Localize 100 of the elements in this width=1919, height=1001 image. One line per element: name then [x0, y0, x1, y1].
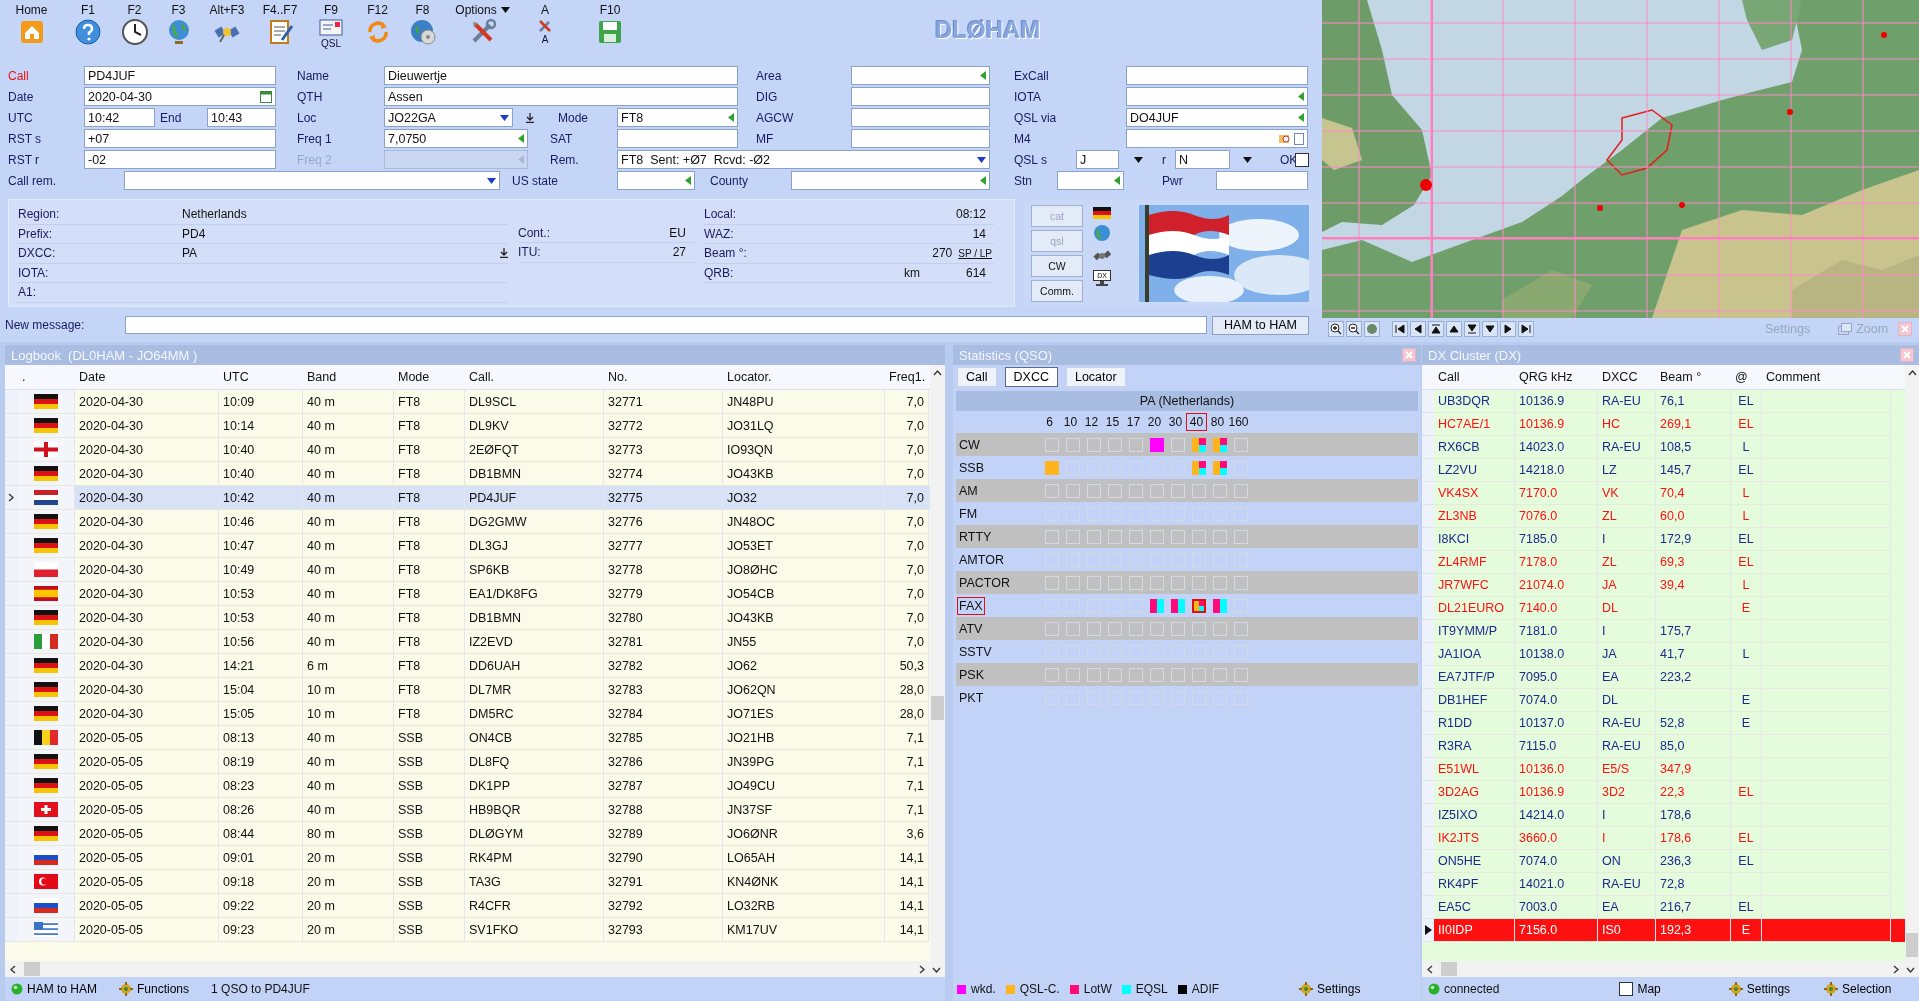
- toolbar-button[interactable]: Alt+F3: [201, 0, 253, 60]
- tab[interactable]: Call: [957, 367, 997, 387]
- beam-link[interactable]: SP / LP: [958, 247, 992, 259]
- column-header[interactable]: Date: [75, 370, 219, 384]
- column-header[interactable]: No.: [604, 370, 723, 384]
- column-header[interactable]: Call.: [465, 370, 604, 384]
- info-label: Beam °:: [704, 246, 748, 261]
- settings-button[interactable]: Settings: [1728, 982, 1791, 996]
- select-field[interactable]: DO4JUF: [1126, 108, 1308, 127]
- tab[interactable]: Locator: [1065, 367, 1126, 387]
- log-row[interactable]: 2020-05-05 08:44 80 m SSB DLØGYM 32789 JO6ØNR 3,6: [5, 822, 930, 846]
- legend-item: wkd.: [957, 982, 996, 996]
- info-label: Prefix:: [18, 226, 53, 241]
- log-row[interactable]: 2020-04-30 10:42 40 m FT8 PD4JUF 32775 JO32 7,0: [5, 486, 930, 510]
- toolbar-button[interactable]: F9 QSL: [307, 0, 355, 60]
- column-header[interactable]: QRG kHz: [1515, 370, 1598, 384]
- field-label: Call: [8, 68, 30, 83]
- settings-button[interactable]: Settings: [1299, 982, 1361, 996]
- log-row[interactable]: 2020-04-30 10:46 40 m FT8 DG2GMW 32776 JN48OC 7,0: [5, 510, 930, 534]
- column-header[interactable]: .: [18, 370, 75, 384]
- info-value: Netherlands: [182, 207, 248, 222]
- log-row[interactable]: 2020-05-05 08:13 40 m SSB ON4CB 32785 JO21HB 7,1: [5, 726, 930, 750]
- text-field[interactable]: +07: [84, 129, 276, 148]
- tab[interactable]: DXCC: [1004, 367, 1058, 387]
- dropdown-field[interactable]: FT8 Sent: +Ø7 Rcvd: -Ø2: [617, 150, 990, 169]
- table-cell: E: [1731, 919, 1762, 942]
- log-row[interactable]: 2020-04-30 10:40 40 m FT8 DB1BMN 32774 JO43KB 7,0: [5, 462, 930, 486]
- panel-title: DX Cluster (DX): [1428, 347, 1522, 363]
- dropdown-field[interactable]: JO22GA: [384, 108, 513, 127]
- log-row[interactable]: 2020-04-30 10:53 40 m FT8 EA1/DK8FG 32779 JO54CB 7,0: [5, 582, 930, 606]
- map-checkbox[interactable]: Map: [1619, 982, 1661, 996]
- log-row[interactable]: 2020-04-30 10:56 40 m FT8 IZ2EVD 32781 JN55 7,0: [5, 630, 930, 654]
- toolbar-button[interactable]: Home: [0, 0, 63, 60]
- toolbar-button[interactable]: F2: [113, 0, 156, 60]
- column-header[interactable]: @: [1731, 370, 1762, 384]
- field-label: County: [709, 173, 750, 188]
- column-header[interactable]: Freq1.: [885, 370, 929, 384]
- functions-button[interactable]: Functions: [119, 982, 190, 996]
- text-field[interactable]: Assen: [384, 87, 738, 106]
- toolbar-button[interactable]: F10: [570, 0, 650, 60]
- info-label: Cont.:: [518, 225, 551, 240]
- text-field[interactable]: Dieuwertje: [384, 66, 738, 85]
- toolbar-button[interactable]: F3: [156, 0, 201, 60]
- text-field[interactable]: N: [1175, 150, 1230, 169]
- log-row[interactable]: 2020-05-05 09:22 20 m SSB R4CFR 32792 LO32RB 14,1: [5, 894, 930, 918]
- toolbar-button[interactable]: F12: [355, 0, 400, 60]
- side-button[interactable]: Comm.: [1031, 280, 1083, 302]
- date-field[interactable]: 2020-04-30: [84, 87, 276, 106]
- log-row[interactable]: 2020-04-30 10:09 40 m FT8 DL9SCL 32771 JN48PU 7,0: [5, 390, 930, 414]
- log-row[interactable]: 2020-05-05 09:18 20 m SSB TA3G 32791 KN4ØNK 14,1: [5, 870, 930, 894]
- text-field[interactable]: PD4JUF: [84, 66, 276, 85]
- unit-label: km: [903, 265, 920, 280]
- select-field[interactable]: 7,0750: [384, 129, 528, 148]
- column-header[interactable]: Beam °: [1656, 370, 1731, 384]
- log-row[interactable]: 2020-04-30 10:40 40 m FT8 2EØFQT 32773 IO93QN 7,0: [5, 438, 930, 462]
- selection-button[interactable]: Selection: [1824, 982, 1892, 996]
- mode-label: FAX: [958, 597, 984, 614]
- select-field[interactable]: FT8: [617, 108, 738, 127]
- column-header[interactable]: DXCC: [1598, 370, 1656, 384]
- log-row[interactable]: 2020-05-05 08:26 40 m SSB HB9BQR 32788 JN37SF 7,1: [5, 798, 930, 822]
- toolbar-button[interactable]: A A: [520, 0, 570, 60]
- ham-to-ham-button[interactable]: HAM to HAM: [11, 982, 97, 996]
- column-header[interactable]: Call: [1434, 370, 1515, 384]
- legend-item: EQSL: [1121, 982, 1168, 996]
- column-header[interactable]: Mode: [394, 370, 465, 384]
- toolbar-button[interactable]: F1: [63, 0, 113, 60]
- field-label: End: [159, 110, 183, 125]
- log-row[interactable]: 2020-04-30 10:53 40 m FT8 DB1BMN 32780 JO43KB 7,0: [5, 606, 930, 630]
- text-field[interactable]: 10:43: [207, 108, 276, 127]
- field-label: AGCW: [755, 110, 795, 125]
- connection-status: connected: [1428, 982, 1500, 996]
- log-row[interactable]: 2020-05-05 09:23 20 m SSB SV1FKO 32793 KM17UV 14,1: [5, 918, 930, 942]
- column-header[interactable]: UTC: [219, 370, 303, 384]
- log-row[interactable]: 2020-04-30 14:21 6 m FT8 DD6UAH 32782 JO62 50,3: [5, 654, 930, 678]
- column-header[interactable]: Locator.: [723, 370, 885, 384]
- toolbar-button[interactable]: F4..F7: [253, 0, 307, 60]
- field-label: SAT: [549, 131, 574, 146]
- column-header[interactable]: Comment: [1762, 370, 1891, 384]
- toolbar-button[interactable]: Options: [445, 0, 520, 60]
- field-label: M4: [1013, 131, 1032, 146]
- log-row[interactable]: 2020-04-30 10:47 40 m FT8 DL3GJ 32777 JO53ET 7,0: [5, 534, 930, 558]
- table-cell: 7156.0: [1515, 919, 1598, 942]
- log-row[interactable]: 2020-04-30 10:49 40 m FT8 SP6KB 32778 JO8ØHC 7,0: [5, 558, 930, 582]
- field-label: Name: [296, 68, 330, 83]
- log-row[interactable]: 2020-05-05 08:19 40 m SSB DL8FQ 32786 JN39PG 7,1: [5, 750, 930, 774]
- statistics-heading: PA (Netherlands): [956, 391, 1418, 411]
- band-label: 20: [1146, 414, 1163, 431]
- text-field[interactable]: J: [1076, 150, 1119, 169]
- log-row[interactable]: 2020-05-05 08:23 40 m SSB DK1PP 32787 JO49CU 7,1: [5, 774, 930, 798]
- column-header[interactable]: Band: [303, 370, 394, 384]
- log-row[interactable]: 2020-05-05 09:01 20 m SSB RK4PM 32790 LO65AH 14,1: [5, 846, 930, 870]
- log-row[interactable]: 2020-04-30 15:05 10 m FT8 DM5RC 32784 JO71ES 28,0: [5, 702, 930, 726]
- side-button[interactable]: CW: [1031, 255, 1083, 277]
- log-row[interactable]: 2020-04-30 15:04 10 m FT8 DL7MR 32783 JO62QN 28,0: [5, 678, 930, 702]
- toolbar-button[interactable]: F8: [400, 0, 445, 60]
- send-button[interactable]: HAM to HAM: [1212, 315, 1309, 335]
- text-field[interactable]: -02: [84, 150, 276, 169]
- text-field[interactable]: 10:42: [84, 108, 155, 127]
- spot-row[interactable]: II0IDP 7156.0 IS0 192,3 E: [1422, 919, 1905, 942]
- log-row[interactable]: 2020-04-30 10:14 40 m FT8 DL9KV 32772 JO31LQ 7,0: [5, 414, 930, 438]
